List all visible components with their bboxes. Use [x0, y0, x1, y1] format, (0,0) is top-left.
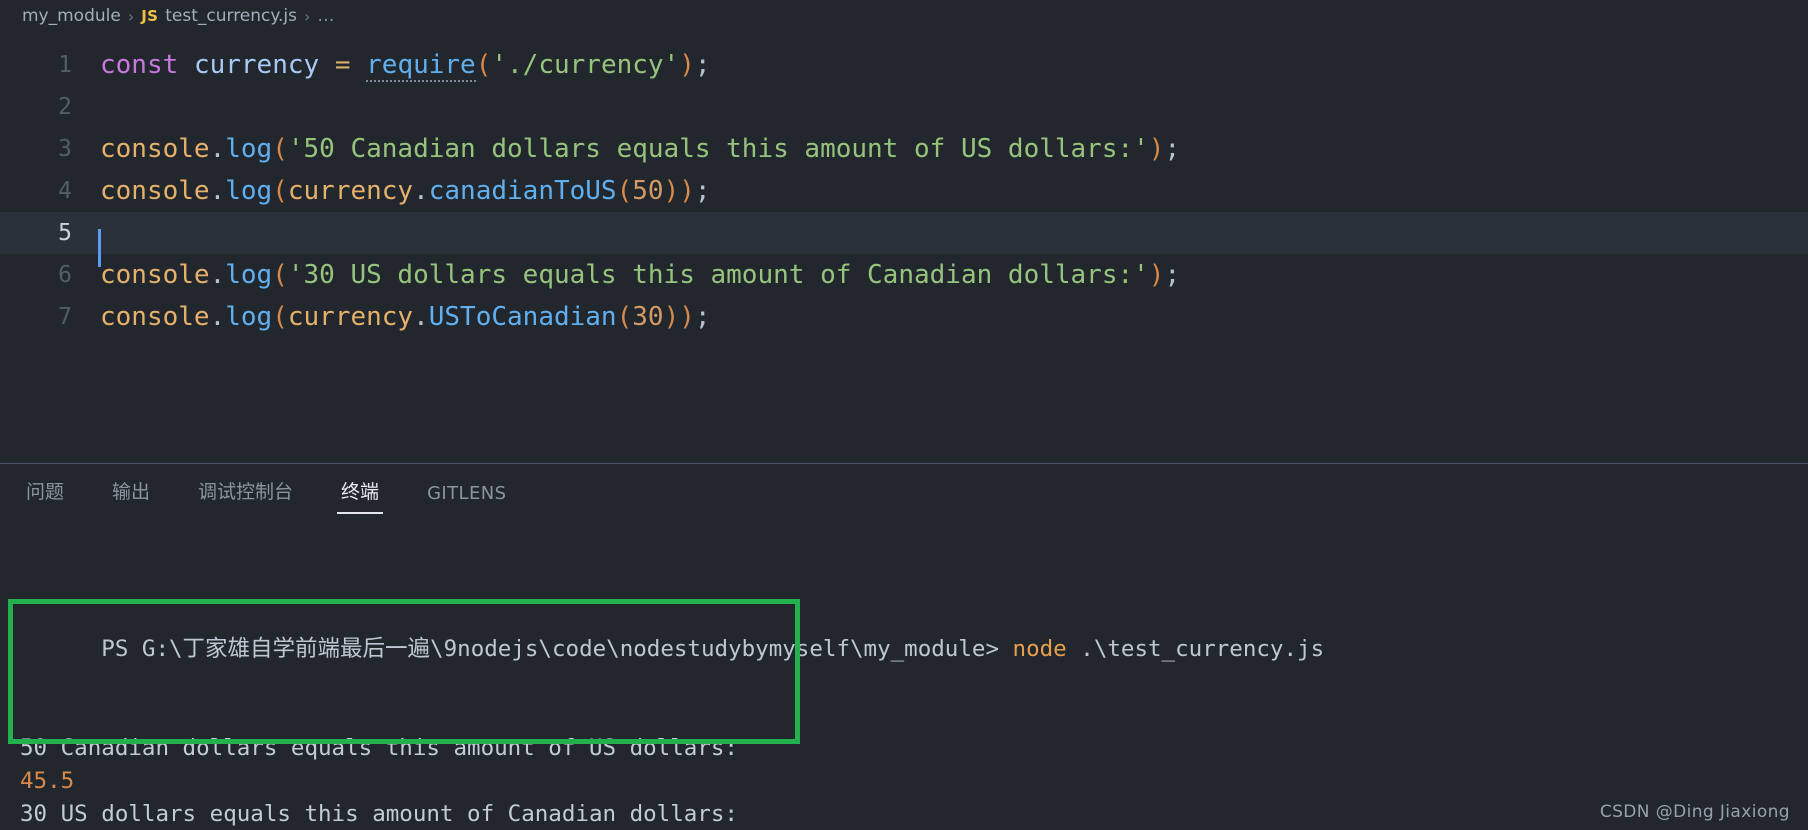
code-token: const — [100, 50, 179, 80]
code-token: . — [209, 260, 226, 290]
code-line[interactable]: 4 console.log(currency.canadianToUS(50)); — [0, 170, 1808, 212]
chevron-right-icon: › — [127, 6, 135, 26]
code-token: = — [334, 50, 351, 80]
code-token: log — [225, 134, 273, 164]
code-token: ) — [663, 176, 680, 206]
terminal-prompt: PS G:\丁家雄自学前端最后一遍\9nodejs\code\nodestudy… — [101, 636, 999, 662]
panel-tab[interactable]: 调试控制台 — [194, 477, 297, 516]
terminal-output-line: 45.5 — [20, 768, 75, 794]
code-token: console — [100, 134, 210, 164]
breadcrumb-overflow[interactable]: … — [317, 6, 335, 26]
terminal-output-line: 50 Canadian dollars equals this amount o… — [20, 735, 738, 761]
code-line-text: const currency = require('./currency'); — [100, 44, 711, 86]
terminal-output-line: 30 US dollars equals this amount of Cana… — [20, 801, 738, 827]
code-token: ) — [679, 50, 695, 80]
line-number: 6 — [58, 262, 72, 288]
code-token: ; — [1164, 260, 1181, 290]
code-token: . — [209, 134, 226, 164]
code-token: console — [100, 176, 210, 206]
code-line[interactable]: 6 console.log('30 US dollars equals this … — [0, 254, 1808, 296]
panel-tab[interactable]: 问题 — [22, 477, 68, 516]
line-number: 2 — [58, 94, 72, 120]
code-line[interactable]: 7 console.log(currency.USToCanadian(30)); — [0, 296, 1808, 338]
code-token: log — [225, 176, 273, 206]
code-token: ; — [694, 50, 711, 80]
code-token: ; — [694, 302, 711, 332]
code-token: . — [413, 302, 429, 332]
code-token: ) — [1148, 260, 1165, 290]
panel-tab[interactable]: 终端 — [337, 477, 384, 516]
code-token: ( — [272, 302, 288, 332]
code-token: ( — [272, 176, 288, 206]
code-token: ; — [1164, 134, 1181, 164]
line-number: 7 — [58, 304, 72, 330]
code-line[interactable]: 5 — [0, 212, 1808, 267]
code-token: require — [366, 50, 476, 82]
watermark: CSDN @Ding Jiaxiong — [1599, 802, 1790, 822]
code-token: log — [225, 260, 273, 290]
bottom-panel: 问题 输出 调试控制台 终端 GITLENS PS G:\丁家雄自学前端最后一遍\9no… — [0, 464, 1808, 830]
breadcrumb-folder[interactable]: my_module — [22, 6, 121, 26]
code-token: ( — [616, 302, 633, 332]
panel-tab[interactable]: 输出 — [108, 477, 154, 516]
code-token: . — [209, 302, 226, 332]
code-token: currency — [287, 176, 414, 206]
code-token: ) — [663, 302, 680, 332]
code-token: currency — [287, 302, 414, 332]
breadcrumb: my_module › JS test_currency.js › … — [0, 0, 1808, 32]
code-token: console — [100, 302, 210, 332]
code-editor[interactable]: 1 const currency = require('./currency');… — [0, 32, 1808, 463]
terminal-command-line: PS G:\丁家雄自学前端最后一遍\9nodejs\code\nodestudy… — [20, 600, 1808, 662]
code-line-text: console.log(currency.USToCanadian(30)); — [100, 296, 711, 338]
code-token: ( — [272, 260, 288, 290]
code-line-text: console.log(currency.canadianToUS(50)); — [100, 170, 711, 212]
code-token: '30 US dollars equals this amount of Can… — [287, 260, 1149, 290]
line-number: 4 — [58, 178, 72, 204]
code-token: ( — [475, 50, 492, 80]
breadcrumb-file[interactable]: test_currency.js — [165, 6, 297, 26]
chevron-right-icon-2: › — [304, 6, 311, 26]
code-token: . — [413, 176, 429, 206]
code-token: currency — [193, 50, 320, 80]
code-token: ; — [694, 176, 711, 206]
code-line-text: console.log('50 Canadian dollars equals … — [100, 128, 1180, 170]
code-token: './currency' — [491, 50, 680, 80]
code-token: log — [225, 302, 273, 332]
panel-tab-bar: 问题 输出 调试控制台 终端 GITLENS — [0, 464, 1808, 516]
code-token: ) — [679, 176, 695, 206]
code-token: USToCanadian — [428, 302, 617, 332]
code-token: 50 — [632, 176, 664, 206]
code-token: ) — [1148, 134, 1165, 164]
code-token: canadianToUS — [428, 176, 617, 206]
code-lines-container: 1 const currency = require('./currency');… — [0, 44, 1808, 338]
code-line[interactable]: 2 — [0, 86, 1808, 128]
code-line[interactable]: 1 const currency = require('./currency'); — [0, 44, 1808, 86]
javascript-file-icon: JS — [141, 7, 159, 25]
code-token: '50 Canadian dollars equals this amount … — [287, 134, 1149, 164]
line-number: 3 — [58, 136, 72, 162]
line-number: 5 — [58, 220, 72, 246]
terminal-output: 50 Canadian dollars equals this amount o… — [20, 732, 1808, 830]
terminal-command-arg: .\test_currency.js — [1080, 636, 1325, 662]
code-token: ( — [616, 176, 633, 206]
panel-tab[interactable]: GITLENS — [423, 483, 510, 516]
code-token: . — [209, 176, 226, 206]
terminal-command: node — [1012, 636, 1067, 662]
code-line[interactable]: 3 console.log('50 Canadian dollars equals… — [0, 128, 1808, 170]
code-token: 30 — [632, 302, 664, 332]
code-token: ( — [272, 134, 288, 164]
code-token: console — [100, 260, 210, 290]
code-token: ) — [679, 302, 695, 332]
code-line-text: console.log('30 US dollars equals this a… — [100, 254, 1180, 296]
line-number: 1 — [58, 52, 72, 78]
terminal-body[interactable]: PS G:\丁家雄自学前端最后一遍\9nodejs\code\nodestudy… — [0, 516, 1808, 830]
